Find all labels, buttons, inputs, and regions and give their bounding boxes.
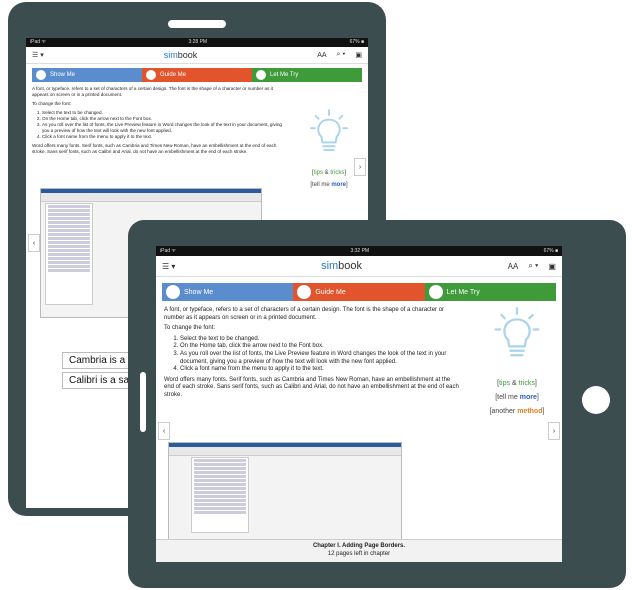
simbook-logo: simbook <box>321 260 363 272</box>
font-dropdown-list <box>191 457 249 533</box>
let-me-try-button[interactable]: Let Me Try <box>424 283 556 301</box>
speaker-slot <box>168 20 226 28</box>
intro-paragraph: A font, or typeface, refers to a set of … <box>32 86 273 97</box>
font-dropdown-list <box>45 203 93 305</box>
simbook-logo: simbook <box>163 50 198 60</box>
word-screenshot-thumbnail <box>168 442 402 540</box>
pointer-icon <box>256 70 266 80</box>
home-button[interactable] <box>582 386 610 414</box>
front-tablet: iPad ᯤ 3:32 PM 67% ■ ☰ ▾ simbook AA ⌕ ▾ … <box>128 220 626 588</box>
change-font-heading: To change the font: <box>32 101 72 106</box>
list-item: As you roll over the list of fonts, the … <box>42 122 283 134</box>
clock: 3:28 PM <box>188 39 208 45</box>
chapter-title: Chapter I. Adding Page Borders. <box>312 543 406 549</box>
menu-icon[interactable]: ☰ ▾ <box>162 262 175 271</box>
carrier-label: iPad ᯤ <box>160 248 176 254</box>
list-item: Click a font name from the menu to apply… <box>180 366 460 374</box>
font-note: Word offers many fonts. Serif fonts, suc… <box>32 143 277 154</box>
camera-icon <box>166 285 180 299</box>
list-item: Click a font name from the menu to apply… <box>42 134 283 140</box>
next-page-button[interactable]: › <box>354 158 366 176</box>
menu-icon[interactable]: ☰ ▾ <box>32 51 44 59</box>
previous-page-button[interactable]: ‹ <box>28 234 40 252</box>
learning-mode-bar: Show Me Guide Me Let Me Try <box>32 68 362 82</box>
list-item: As you roll over the list of fonts, the … <box>180 351 460 366</box>
intro-paragraph: A font, or typeface, refers to a set of … <box>164 307 445 321</box>
bookmark-icon[interactable]: ▣ <box>548 262 556 271</box>
font-size-button[interactable]: AA <box>508 262 519 271</box>
tips-and-tricks-link[interactable]: [tips & tricks] <box>474 380 560 387</box>
word-ribbon <box>169 447 401 456</box>
let-me-try-button[interactable]: Let Me Try <box>252 68 362 82</box>
change-font-heading: To change the font: <box>164 325 216 332</box>
bookmark-icon[interactable]: ▣ <box>355 51 362 59</box>
pages-left: 12 pages left in chapter <box>327 551 391 557</box>
show-me-button[interactable]: Show Me <box>162 283 294 301</box>
check-icon <box>297 285 312 299</box>
font-size-button[interactable]: AA <box>317 52 326 59</box>
search-icon[interactable]: ⌕ ▾ <box>337 51 346 59</box>
instruction-list: Select the text to be changed. On the Ho… <box>180 336 460 374</box>
cambria-sample: Cambria is a <box>62 352 133 369</box>
clock: 3:32 PM <box>350 248 370 254</box>
tell-me-more-link[interactable]: [tell me more] <box>474 394 560 401</box>
chapter-footer: Chapter I. Adding Page Borders. 12 pages… <box>156 539 562 562</box>
guide-me-button[interactable]: Guide Me <box>142 68 252 82</box>
guide-me-button[interactable]: Guide Me <box>293 283 425 301</box>
tips-panel: [tips & tricks] [tell me more] [another … <box>474 306 560 422</box>
another-method-link[interactable]: [another method] <box>474 408 560 415</box>
side-slot <box>140 372 146 432</box>
lesson-content: A font, or typeface, refers to a set of … <box>26 82 368 188</box>
status-bar: iPad ᯤ 3:32 PM 67% ■ <box>156 246 562 256</box>
carrier-label: iPad ᯤ <box>30 39 46 45</box>
instruction-list: Select the text to be changed. On the Ho… <box>42 110 283 140</box>
word-ribbon <box>41 193 261 202</box>
battery-indicator: 67% ■ <box>543 248 558 254</box>
previous-page-button[interactable]: ‹ <box>158 422 170 440</box>
next-page-button[interactable]: › <box>548 422 560 440</box>
search-icon[interactable]: ⌕ ▾ <box>528 261 538 271</box>
reader-toolbar: ☰ ▾ simbook AA ⌕ ▾ ▣ <box>156 256 562 277</box>
list-item: On the Home tab, click the arrow next to… <box>180 343 460 351</box>
lightbulb-icon <box>494 307 540 357</box>
calibri-sample: Calibri is a sa <box>62 372 137 389</box>
check-icon <box>146 70 156 80</box>
camera-icon <box>36 70 46 80</box>
tips-panel: [tips & tricks] [tell me more] <box>294 108 364 194</box>
lightbulb-icon <box>310 109 348 151</box>
show-me-button[interactable]: Show Me <box>32 68 142 82</box>
pointer-icon <box>428 285 443 299</box>
list-item: Select the text to be changed. <box>180 336 460 344</box>
reader-toolbar: ☰ ▾ simbook AA ⌕ ▾ ▣ <box>26 47 368 64</box>
front-tablet-screen: iPad ᯤ 3:32 PM 67% ■ ☰ ▾ simbook AA ⌕ ▾ … <box>156 246 562 562</box>
tell-me-more-link[interactable]: [tell me more] <box>294 182 364 188</box>
battery-indicator: 67% ■ <box>349 39 364 45</box>
status-bar: iPad ᯤ 3:28 PM 67% ■ <box>26 38 368 47</box>
learning-mode-bar: Show Me Guide Me Let Me Try <box>162 283 556 301</box>
font-note: Word offers many fonts. Serif fonts, suc… <box>164 376 459 398</box>
